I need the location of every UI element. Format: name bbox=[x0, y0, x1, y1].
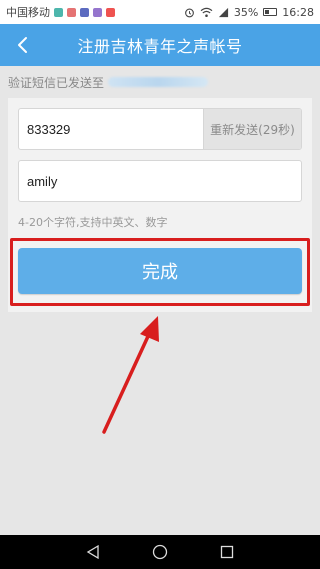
status-left: 中国移动 bbox=[6, 4, 115, 20]
resend-button[interactable]: 重新发送(29秒) bbox=[203, 109, 301, 149]
battery-icon bbox=[263, 8, 278, 16]
app-notification-icon bbox=[93, 7, 102, 17]
status-bar: 中国移动 35% 16:28 bbox=[0, 0, 320, 24]
battery-percent: 35% bbox=[233, 5, 259, 19]
back-triangle-icon bbox=[87, 545, 99, 559]
page-title: 注册吉林青年之声帐号 bbox=[77, 37, 243, 56]
sms-notice: 验证短信已发送至 bbox=[8, 72, 209, 92]
recents-square-icon bbox=[220, 545, 233, 559]
back-button[interactable] bbox=[8, 24, 38, 66]
system-nav-bar bbox=[0, 535, 320, 569]
app-notification-icon bbox=[54, 7, 63, 17]
verification-code-row: 重新发送(29秒) bbox=[18, 108, 302, 150]
clock: 16:28 bbox=[282, 5, 314, 19]
nav-back-button[interactable] bbox=[83, 542, 103, 562]
app-notification-icon bbox=[106, 7, 115, 17]
app-notification-icon bbox=[67, 7, 76, 17]
nav-recents-button[interactable] bbox=[217, 542, 237, 562]
verification-code-input[interactable] bbox=[19, 109, 203, 149]
carrier-label: 中国移动 bbox=[6, 6, 50, 19]
alarm-icon bbox=[184, 8, 194, 17]
title-bar: 注册吉林青年之声帐号 bbox=[0, 24, 320, 66]
app-notification-icon bbox=[80, 7, 89, 17]
sms-notice-label: 验证短信已发送至 bbox=[8, 75, 105, 90]
done-button[interactable]: 完成 bbox=[18, 248, 302, 294]
nickname-hint: 4-20个字符,支持中英文、数字 bbox=[18, 216, 168, 229]
redacted-phone-number bbox=[108, 77, 209, 87]
wifi-icon bbox=[200, 7, 213, 17]
nav-home-button[interactable] bbox=[150, 542, 170, 562]
signal-icon bbox=[218, 7, 228, 17]
nickname-row bbox=[18, 160, 302, 202]
home-circle-icon bbox=[152, 544, 168, 560]
chevron-left-icon bbox=[18, 37, 27, 53]
nickname-input[interactable] bbox=[19, 161, 301, 201]
status-right: 35% 16:28 bbox=[184, 6, 314, 19]
